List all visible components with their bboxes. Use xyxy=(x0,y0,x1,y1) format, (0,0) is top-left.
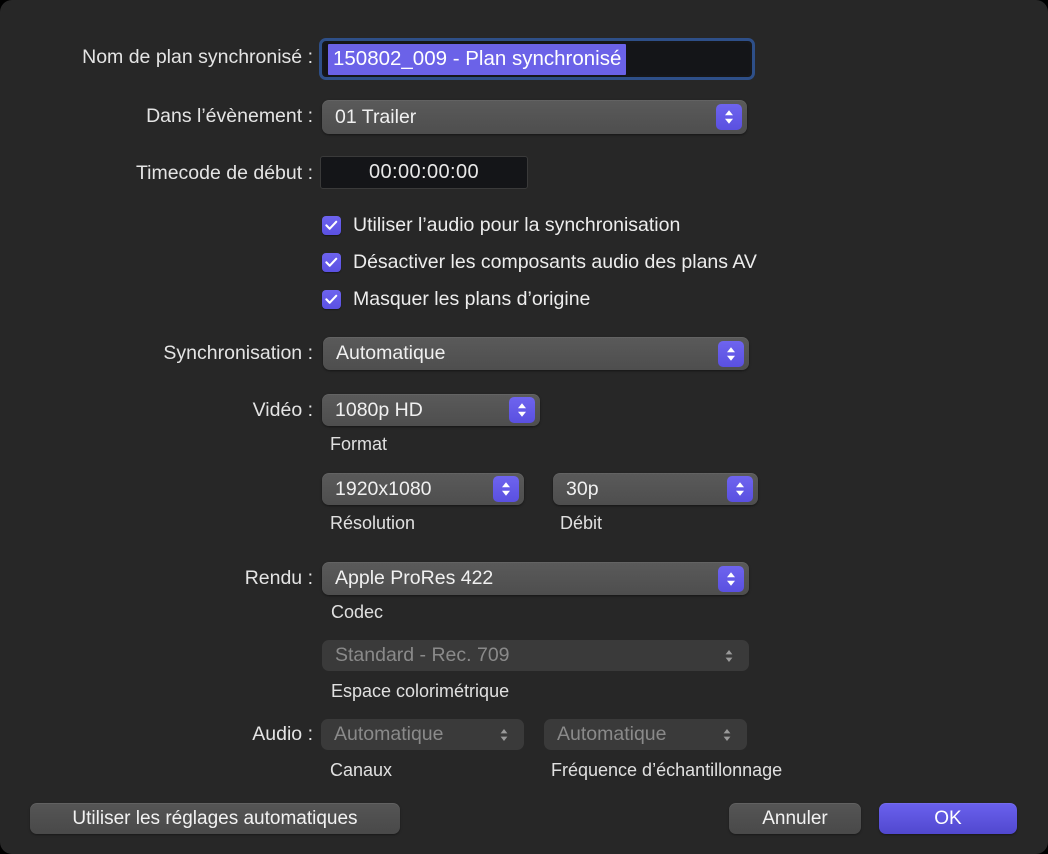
audio-label: Audio : xyxy=(252,723,313,746)
synchronized-clip-dialog: Nom de plan synchronisé : 150802_009 - P… xyxy=(0,0,1048,854)
video-format-popup[interactable]: 1080p HD xyxy=(322,394,540,426)
render-label: Rendu : xyxy=(245,567,313,590)
video-label: Vidéo : xyxy=(253,399,313,422)
checkbox-label-disable-av-audio: Désactiver les composants audio des plan… xyxy=(353,251,757,274)
chevron-up-down-icon xyxy=(716,104,742,130)
auto-settings-button-label: Utiliser les réglages automatiques xyxy=(72,808,357,830)
clip-name-input-inner[interactable]: 150802_009 - Plan synchronisé xyxy=(324,43,750,75)
ok-button-label: OK xyxy=(934,808,961,830)
sync-label: Synchronisation : xyxy=(163,342,313,365)
video-resolution-sublabel: Résolution xyxy=(330,513,415,534)
chevron-up-down-icon xyxy=(718,341,744,367)
video-resolution-value: 1920x1080 xyxy=(322,478,493,501)
cancel-button[interactable]: Annuler xyxy=(729,803,861,834)
checkmark-icon[interactable] xyxy=(322,290,341,309)
render-colorspace-popup: Standard - Rec. 709 xyxy=(322,640,749,671)
chevron-up-down-icon xyxy=(727,476,753,502)
checkbox-label-hide-source-clips: Masquer les plans d’origine xyxy=(353,288,590,311)
audio-channels-sublabel: Canaux xyxy=(330,760,392,781)
sync-popup[interactable]: Automatique xyxy=(323,337,749,370)
event-label: Dans l’évènement : xyxy=(146,105,313,128)
sync-value: Automatique xyxy=(323,342,718,365)
clip-name-value: 150802_009 - Plan synchronisé xyxy=(328,44,626,75)
video-rate-sublabel: Débit xyxy=(560,513,602,534)
start-timecode-input[interactable]: 00:00:00:00 xyxy=(320,156,528,189)
chevron-up-down-icon xyxy=(718,566,744,592)
render-codec-sublabel: Codec xyxy=(331,602,383,623)
checkbox-label-use-audio: Utiliser l’audio pour la synchronisation xyxy=(353,214,680,237)
clip-name-input[interactable]: 150802_009 - Plan synchronisé xyxy=(319,38,755,80)
checkmark-icon[interactable] xyxy=(322,253,341,272)
video-format-value: 1080p HD xyxy=(322,399,509,422)
event-value: 01 Trailer xyxy=(322,106,716,129)
render-colorspace-sublabel: Espace colorimétrique xyxy=(331,681,509,702)
clip-name-label: Nom de plan synchronisé : xyxy=(82,46,313,69)
render-codec-value: Apple ProRes 422 xyxy=(322,567,718,590)
start-timecode-label: Timecode de début : xyxy=(136,162,313,185)
chevron-up-down-icon xyxy=(718,643,740,669)
chevron-up-down-icon xyxy=(716,722,738,748)
video-rate-value: 30p xyxy=(553,478,727,501)
chevron-up-down-icon xyxy=(493,722,515,748)
checkbox-row-hide-source-clips[interactable]: Masquer les plans d’origine xyxy=(322,288,590,311)
render-codec-popup[interactable]: Apple ProRes 422 xyxy=(322,562,749,595)
chevron-up-down-icon xyxy=(509,397,535,423)
audio-samplerate-sublabel: Fréquence d’échantillonnage xyxy=(551,760,782,781)
audio-samplerate-value: Automatique xyxy=(544,723,716,746)
checkmark-icon[interactable] xyxy=(322,216,341,235)
checkbox-row-disable-av-audio[interactable]: Désactiver les composants audio des plan… xyxy=(322,251,757,274)
video-format-sublabel: Format xyxy=(330,434,387,455)
checkbox-row-use-audio[interactable]: Utiliser l’audio pour la synchronisation xyxy=(322,214,680,237)
audio-channels-value: Automatique xyxy=(321,723,493,746)
start-timecode-value: 00:00:00:00 xyxy=(369,161,479,184)
auto-settings-button[interactable]: Utiliser les réglages automatiques xyxy=(30,803,400,834)
chevron-up-down-icon xyxy=(493,476,519,502)
render-colorspace-value: Standard - Rec. 709 xyxy=(322,644,718,667)
video-rate-popup[interactable]: 30p xyxy=(553,473,758,505)
event-popup[interactable]: 01 Trailer xyxy=(322,100,747,134)
cancel-button-label: Annuler xyxy=(762,808,828,830)
video-resolution-popup[interactable]: 1920x1080 xyxy=(322,473,524,505)
audio-channels-popup: Automatique xyxy=(321,719,524,750)
ok-button[interactable]: OK xyxy=(879,803,1017,834)
audio-samplerate-popup: Automatique xyxy=(544,719,747,750)
